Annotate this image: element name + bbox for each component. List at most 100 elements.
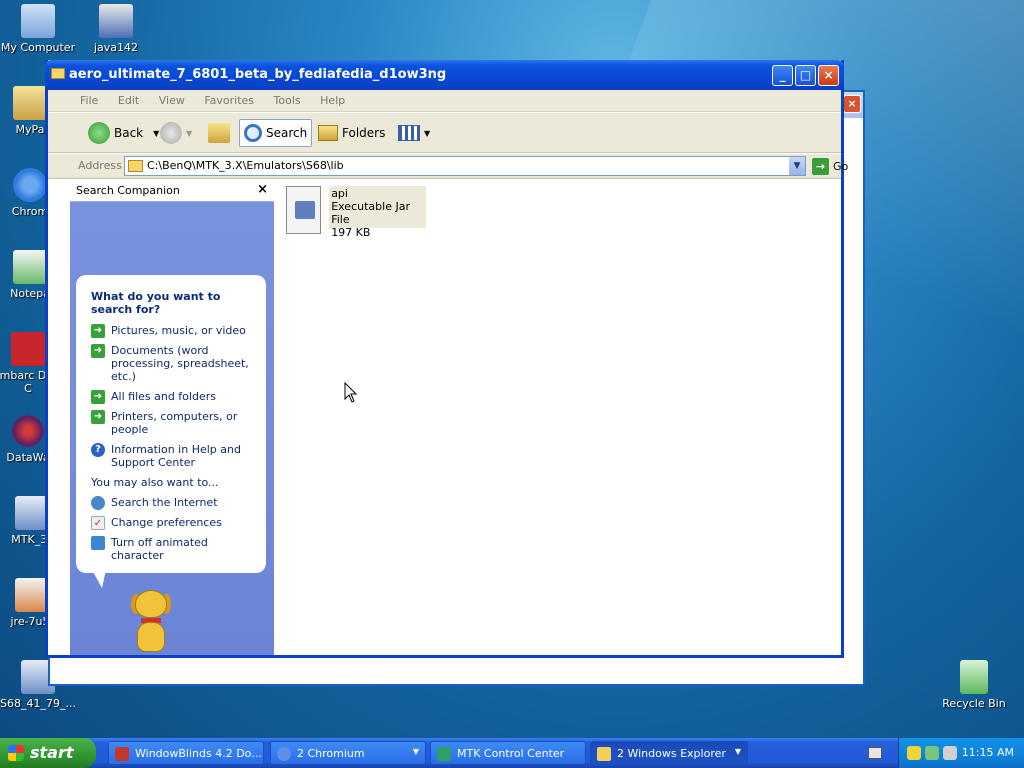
recycle-bin-icon	[960, 660, 988, 694]
explorer-window[interactable]: aero_ultimate_7_6801_beta_by_fediafedia_…	[45, 60, 848, 658]
back-button[interactable]: Back ▼	[84, 119, 163, 147]
address-dropdown-button[interactable]: ▼	[789, 157, 805, 175]
desktop-icon-recycle-bin[interactable]: Recycle Bin	[936, 660, 1012, 710]
task-label: 2 Chromium	[297, 747, 365, 760]
search-question: What do you want to search for?	[91, 290, 221, 316]
option-printers[interactable]: ➜ Printers, computers, or people	[91, 410, 256, 436]
go-label: Go	[833, 160, 849, 173]
mtk-icon	[437, 747, 451, 761]
close-icon[interactable]: ×	[257, 182, 268, 197]
search-companion-title: Search Companion	[76, 184, 180, 197]
search-companion-header: Search Companion ×	[70, 180, 274, 202]
option-all-files[interactable]: ➜ All files and folders	[91, 390, 256, 404]
menu-bar: File Edit View Favorites Tools Help	[48, 90, 841, 112]
up-folder-icon	[208, 123, 230, 143]
menu-tools[interactable]: Tools	[274, 94, 301, 107]
folder-icon	[128, 160, 143, 172]
task-windows-explorer[interactable]: 2 Windows Explorer ▼	[590, 741, 748, 765]
menu-file[interactable]: File	[80, 94, 98, 107]
chevron-down-icon: ▼	[424, 128, 431, 138]
menu-favorites[interactable]: Favorites	[204, 94, 254, 107]
file-item[interactable]: api Executable Jar File 197 KB	[286, 186, 426, 239]
computer-icon	[21, 4, 55, 38]
search-icon	[244, 124, 262, 142]
background-window-close-button[interactable]: ×	[843, 95, 861, 113]
search-label: Search	[266, 126, 308, 140]
window-titlebar[interactable]: aero_ultimate_7_6801_beta_by_fediafedia_…	[45, 60, 844, 90]
desktop-icon-label: Recycle Bin	[942, 697, 1006, 710]
search-dog-character[interactable]	[125, 590, 175, 656]
security-shield-icon[interactable]	[907, 746, 921, 760]
file-details: api Executable Jar File 197 KB	[329, 186, 426, 239]
option-help-center[interactable]: ? Information in Help and Support Center	[91, 443, 256, 469]
option-change-preferences[interactable]: ✓ Change preferences	[91, 516, 256, 530]
java-installer-icon	[99, 4, 133, 38]
windows-flag-icon	[8, 745, 24, 761]
folder-icon	[13, 86, 47, 120]
desktop-icon-my-computer[interactable]: My Computer	[0, 4, 76, 54]
preferences-icon: ✓	[91, 516, 105, 530]
notepad-icon	[13, 250, 47, 284]
address-bar: Address C:\BenQ\MTK_3.X\Emulators\S68\li…	[48, 154, 848, 179]
back-label: Back	[114, 126, 144, 140]
option-search-internet[interactable]: Search the Internet	[91, 496, 256, 510]
toolbar: Back ▼ ▼ Search Folders ▼	[48, 113, 841, 153]
option-label: Printers, computers, or people	[111, 410, 238, 436]
arrow-right-icon: ➜	[91, 410, 105, 424]
mouse-pointer-icon	[344, 382, 358, 403]
file-type: Executable Jar File	[331, 200, 410, 226]
desktop-icon-label: java142	[93, 41, 139, 54]
window-body: File Edit View Favorites Tools Help Back…	[48, 90, 848, 656]
address-value: C:\BenQ\MTK_3.X\Emulators\S68\lib	[147, 159, 344, 172]
dog-head	[135, 590, 167, 618]
folder-icon	[597, 747, 611, 761]
folders-button[interactable]: Folders	[314, 119, 389, 147]
minimize-button[interactable]: _	[772, 65, 793, 86]
start-button[interactable]: start	[0, 738, 96, 768]
search-button[interactable]: Search	[239, 119, 313, 147]
option-label: Turn off animated character	[111, 536, 208, 562]
clock[interactable]: 11:15 AM	[962, 746, 1014, 759]
option-turn-off-character[interactable]: Turn off animated character	[91, 536, 256, 562]
menu-help[interactable]: Help	[320, 94, 345, 107]
menu-edit[interactable]: Edit	[118, 94, 139, 107]
internet-search-icon	[91, 496, 105, 510]
keyboard-icon[interactable]	[868, 747, 882, 759]
maximize-button[interactable]: □	[795, 65, 816, 86]
go-button[interactable]: → Go	[812, 158, 848, 175]
help-icon: ?	[91, 443, 105, 457]
task-windowblinds[interactable]: WindowBlinds 4.2 Do...	[108, 741, 264, 765]
up-folder-button[interactable]	[204, 119, 234, 147]
arrow-right-icon: ➜	[91, 344, 105, 358]
network-icon[interactable]	[925, 746, 939, 760]
chevron-down-icon: ▼	[734, 747, 741, 756]
shortcut-icon	[15, 496, 49, 530]
datawarehouse-icon	[11, 414, 45, 448]
close-button[interactable]: ×	[818, 65, 839, 86]
java-icon	[15, 578, 49, 612]
option-label: Change preferences	[111, 516, 222, 529]
desktop-icon-java142[interactable]: java142	[78, 4, 154, 54]
go-arrow-icon: →	[812, 158, 829, 175]
search-companion-bubble: What do you want to search for? ➜ Pictur…	[76, 275, 266, 573]
start-label: start	[30, 743, 74, 762]
file-list[interactable]: api Executable Jar File 197 KB	[274, 180, 841, 655]
window-title: aero_ultimate_7_6801_beta_by_fediafedia_…	[69, 67, 447, 82]
taskbar: start WindowBlinds 4.2 Do... 2 Chromium …	[0, 738, 1024, 768]
devcpp-icon	[11, 332, 45, 366]
volume-icon[interactable]	[943, 746, 957, 760]
task-chromium[interactable]: 2 Chromium ▼	[270, 741, 426, 765]
menu-view[interactable]: View	[159, 94, 185, 107]
option-documents[interactable]: ➜ Documents (word processing, spreadshee…	[91, 344, 256, 383]
task-mtk-control-center[interactable]: MTK Control Center	[430, 741, 586, 765]
jar-file-icon	[286, 186, 322, 234]
file-name: api	[331, 187, 348, 200]
dog-body	[137, 622, 165, 652]
views-button[interactable]: ▼	[394, 119, 434, 147]
back-arrow-icon	[88, 122, 110, 144]
forward-button[interactable]: ▼	[156, 119, 196, 147]
option-pictures[interactable]: ➜ Pictures, music, or video	[91, 324, 256, 338]
chevron-down-icon[interactable]: ▼	[186, 129, 192, 138]
address-input[interactable]: C:\BenQ\MTK_3.X\Emulators\S68\lib ▼	[124, 156, 806, 176]
bubble-tail	[92, 570, 106, 588]
